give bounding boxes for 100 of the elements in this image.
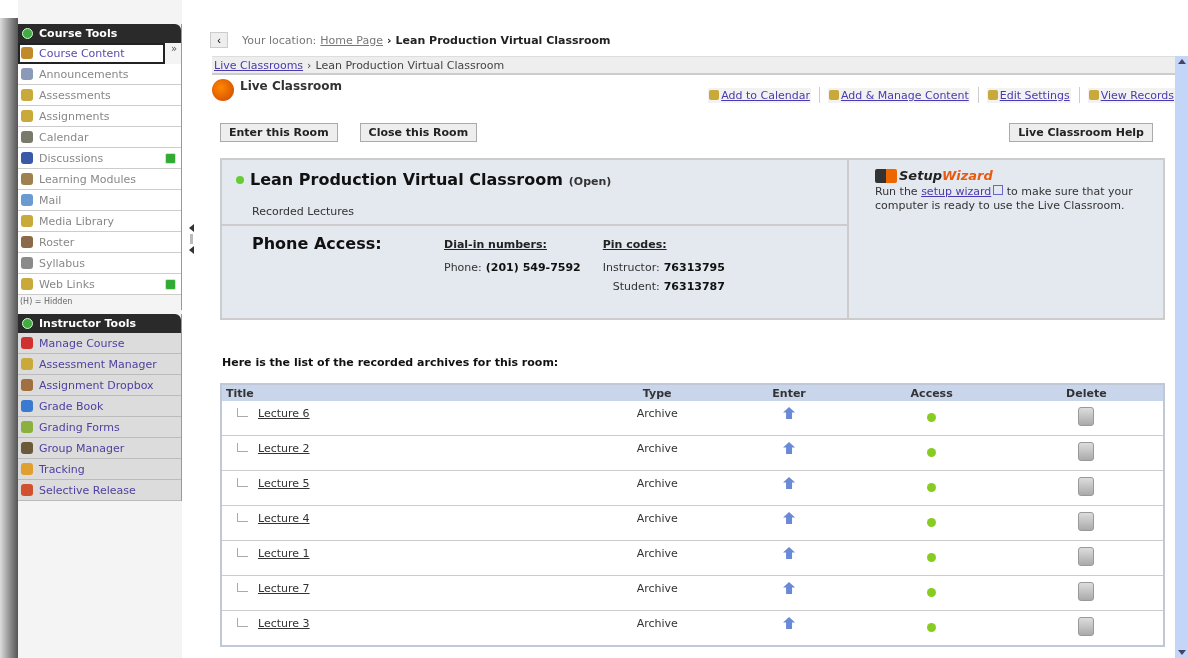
table-cell: Archive xyxy=(636,407,678,420)
lecture-link[interactable]: Lecture 7 xyxy=(258,582,310,595)
lecture-link[interactable]: Lecture 6 xyxy=(258,407,310,420)
sidebar-item[interactable]: Tracking xyxy=(18,459,181,480)
lecture-link[interactable]: Lecture 2 xyxy=(258,442,310,455)
action-link[interactable]: Add to Calendar xyxy=(708,87,811,103)
add-icon xyxy=(165,278,176,290)
collapse-button[interactable]: » xyxy=(167,43,181,63)
separator: › xyxy=(386,33,392,47)
sidebar-item[interactable]: Roster xyxy=(18,232,181,253)
sidebar-item[interactable]: Web Links xyxy=(18,274,181,295)
sidebar-item[interactable]: Grading Forms xyxy=(18,417,181,438)
enter-icon[interactable] xyxy=(783,547,796,559)
room-subtitle: Recorded Lectures xyxy=(222,189,847,226)
action-link[interactable]: View Records xyxy=(1087,87,1175,103)
home-link[interactable]: Home Page xyxy=(320,33,383,47)
table-cell: Archive xyxy=(636,512,678,525)
trash-icon[interactable] xyxy=(1078,617,1095,636)
location-label: Your location: xyxy=(242,33,317,47)
pin-label: Student: xyxy=(612,280,660,293)
sidebar-item[interactable]: Learning Modules xyxy=(18,169,181,190)
enter-icon[interactable] xyxy=(783,512,796,524)
scrollbar[interactable] xyxy=(1175,56,1188,658)
column-header: Title xyxy=(221,384,590,401)
room-button[interactable]: Enter this Room xyxy=(220,123,338,142)
page-title: Live Classroom xyxy=(240,79,343,93)
column-header: Access xyxy=(853,384,1010,401)
lecture-link[interactable]: Lecture 5 xyxy=(258,477,310,490)
breadcrumb-current: Lean Production Virtual Classroom xyxy=(315,58,505,72)
sidebar-item[interactable]: Media Library xyxy=(18,211,181,232)
sidebar-item[interactable]: Announcements xyxy=(18,64,181,85)
status-dot-icon xyxy=(927,553,937,562)
phone-access-title: Phone Access: xyxy=(252,234,383,255)
trash-icon[interactable] xyxy=(1078,442,1095,461)
table-cell: Archive xyxy=(636,442,678,455)
sidebar-item[interactable]: Assignments xyxy=(18,106,181,127)
sidebar-item[interactable]: Mail xyxy=(18,190,181,211)
enter-icon[interactable] xyxy=(783,442,796,454)
sidebar-item[interactable]: Discussions xyxy=(18,148,181,169)
status-dot-icon xyxy=(927,448,937,457)
enter-icon[interactable] xyxy=(783,582,796,594)
scroll-up-icon[interactable] xyxy=(1177,59,1186,64)
sidebar-item[interactable]: Syllabus xyxy=(18,253,181,274)
status-dot-icon xyxy=(927,588,937,597)
sidebar-item[interactable]: Calendar xyxy=(18,127,181,148)
lecture-link[interactable]: Lecture 3 xyxy=(258,617,310,630)
trash-icon[interactable] xyxy=(1078,477,1095,496)
column-heading: Pin codes: xyxy=(602,238,668,251)
add-icon xyxy=(165,152,176,164)
trash-icon[interactable] xyxy=(1078,582,1095,601)
splitter-handle[interactable] xyxy=(189,234,193,244)
back-button[interactable]: ‹ xyxy=(210,32,228,48)
status-dot-icon xyxy=(236,175,244,184)
pin-code: 76313795 xyxy=(663,261,725,274)
archives-intro: Here is the list of the recorded archives for this room: xyxy=(222,356,560,369)
sidebar-item[interactable]: Grade Book xyxy=(18,396,181,417)
separator: › xyxy=(307,58,312,72)
sidebar-item[interactable]: Assessment Manager xyxy=(18,354,181,375)
setup-wizard-link[interactable]: setup wizard xyxy=(921,185,992,198)
table-cell: Archive xyxy=(636,477,678,490)
column-header: Type xyxy=(590,384,725,401)
table-cell: Archive xyxy=(636,617,678,630)
status-dot-icon xyxy=(927,623,937,632)
wizard-title: SetupWizard xyxy=(899,168,993,183)
sidebar-item[interactable]: Assessments xyxy=(18,85,181,106)
collapse-arrow-icon[interactable] xyxy=(188,246,194,254)
phone-label: Phone: xyxy=(444,261,482,274)
trash-icon[interactable] xyxy=(1078,512,1095,531)
location-current: Lean Production Virtual Classroom xyxy=(395,33,611,47)
trash-icon[interactable] xyxy=(1078,407,1095,426)
pin-label: Instructor: xyxy=(602,261,660,274)
status-dot-icon xyxy=(927,413,937,422)
breadcrumb-link[interactable]: Live Classrooms xyxy=(214,58,304,72)
enter-icon[interactable] xyxy=(783,617,796,629)
trash-icon[interactable] xyxy=(1078,547,1095,566)
help-button[interactable]: Live Classroom Help xyxy=(1009,123,1153,142)
wizard-text: Run the setup wizard to make sure that your computer is ready to use the Live Classroom. xyxy=(875,185,1134,213)
room-button[interactable]: Close this Room xyxy=(359,123,478,142)
room-name: Lean Production Virtual Classroom xyxy=(250,170,563,189)
lecture-link[interactable]: Lecture 1 xyxy=(258,547,310,560)
column-header: Enter xyxy=(724,384,854,401)
lecture-link[interactable]: Lecture 4 xyxy=(258,512,310,525)
status-dot-icon xyxy=(927,483,937,492)
sidebar-item[interactable]: Group Manager xyxy=(18,438,181,459)
panel-title: Instructor Tools xyxy=(39,317,137,330)
classroom-icon xyxy=(212,79,234,101)
enter-icon[interactable] xyxy=(783,477,796,489)
action-link[interactable]: Add & Manage Content xyxy=(827,87,970,103)
panel-title: Course Tools xyxy=(39,27,118,40)
sidebar-item[interactable]: Manage Course xyxy=(18,333,181,354)
sidebar-item[interactable]: Selective Release xyxy=(18,480,181,501)
circle-icon xyxy=(22,318,33,329)
room-status: (Open) xyxy=(568,175,612,188)
action-link[interactable]: Edit Settings xyxy=(986,87,1071,103)
table-cell: Archive xyxy=(636,582,678,595)
phone-number: (201) 549-7592 xyxy=(485,261,581,274)
scroll-down-icon[interactable] xyxy=(1177,650,1186,655)
wizard-icon xyxy=(875,168,897,183)
sidebar-item[interactable]: Assignment Dropbox xyxy=(18,375,181,396)
enter-icon[interactable] xyxy=(783,407,796,419)
